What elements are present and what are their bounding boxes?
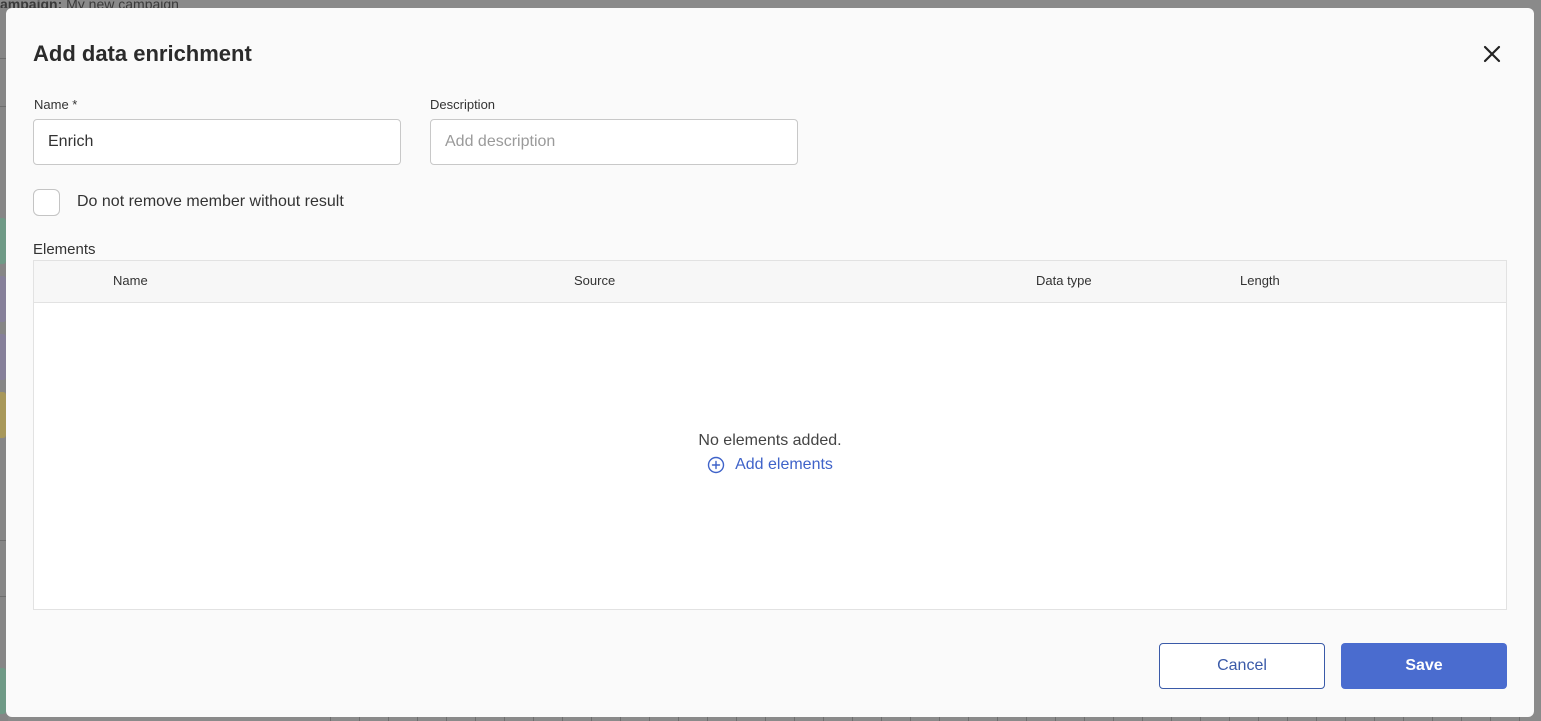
add-elements-label: Add elements [735,456,833,473]
close-button[interactable] [1480,42,1504,66]
description-input[interactable] [430,119,798,165]
cancel-button[interactable]: Cancel [1159,643,1325,689]
dialog-title: Add data enrichment [33,41,252,66]
description-label: Description [430,97,496,112]
column-header-source: Source [574,273,616,288]
close-icon [1483,45,1501,63]
name-input[interactable] [33,119,401,165]
elements-empty-state: No elements added. Add elements [34,431,1506,479]
remove-member-checkbox[interactable] [33,189,60,216]
save-button[interactable]: Save [1341,643,1507,689]
background-right-edge [1534,0,1541,721]
background-campaign-header: ampaign: My new campaign [0,0,300,8]
background-grid [330,717,1541,721]
empty-state-text: No elements added. [698,432,842,449]
elements-section-label: Elements [33,241,96,258]
background-campaign-name: My new campaign [66,0,179,8]
background-campaign-label: ampaign: [0,0,63,8]
elements-table-header: Name Source Data type Length [34,261,1506,303]
column-header-name: Name [113,273,148,288]
remove-member-checkbox-label[interactable]: Do not remove member without result [77,192,344,212]
add-data-enrichment-dialog: Add data enrichment Name * Description D… [6,8,1534,717]
plus-circle-icon [707,456,725,474]
elements-table: Name Source Data type Length No elements… [33,260,1507,610]
column-header-length: Length [1240,273,1280,288]
column-header-data-type: Data type [1036,273,1092,288]
add-elements-link[interactable]: Add elements [707,455,833,475]
name-label: Name * [34,97,78,112]
